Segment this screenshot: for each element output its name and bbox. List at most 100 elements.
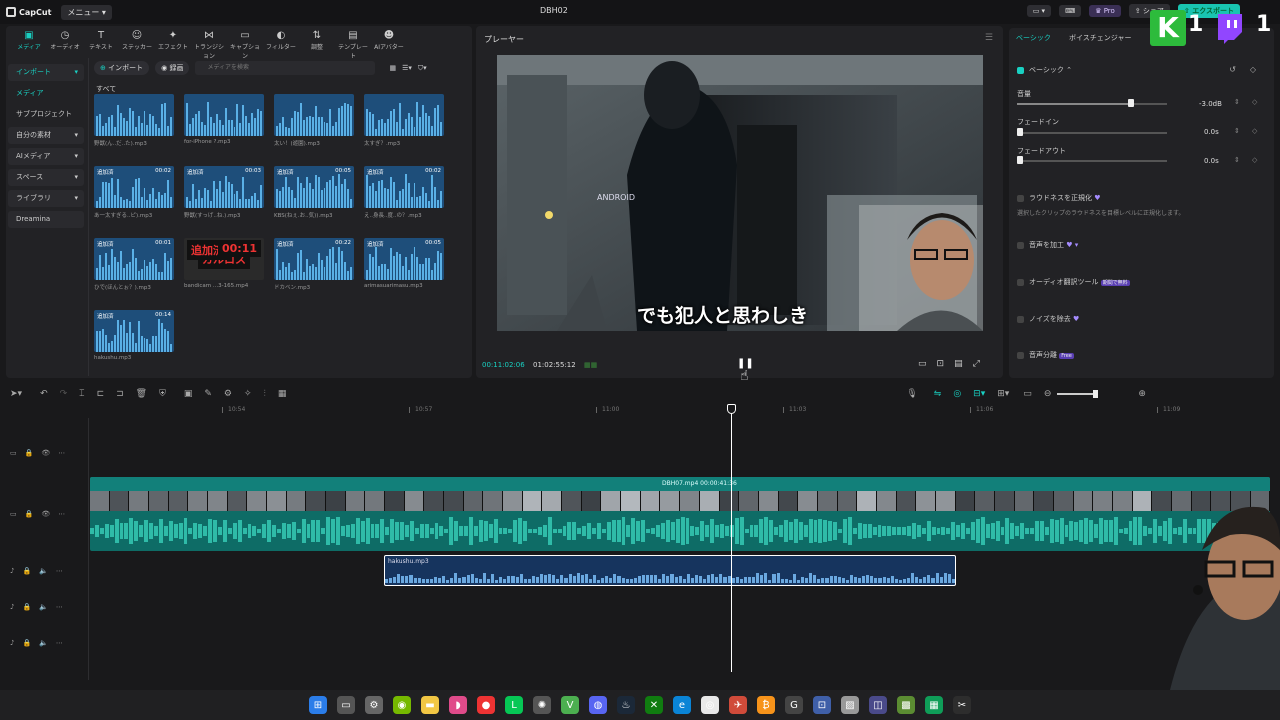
shield-icon[interactable]: ⛨ <box>159 389 166 399</box>
lock-icon[interactable]: 🔒 <box>25 510 34 518</box>
chatgpt-icon[interactable]: ✺ <box>533 696 551 714</box>
app-icon[interactable]: ✈ <box>729 696 747 714</box>
playhead-handle[interactable] <box>727 404 736 414</box>
tab-audio[interactable]: ◷ オーディオ <box>48 30 82 60</box>
track-more-icon[interactable]: ⋯ <box>56 567 63 575</box>
tab-voice-changer[interactable]: ボイスチェンジャー <box>1069 33 1131 43</box>
loudness-checkbox[interactable] <box>1017 194 1024 202</box>
separate-checkbox[interactable] <box>1017 351 1024 359</box>
fullscreen-icon[interactable]: ⤢ <box>973 359 980 369</box>
image-icon[interactable]: ▨ <box>841 696 859 714</box>
fadein-keyframe-icon[interactable]: ◇ <box>1252 127 1257 135</box>
sidebar-item-5[interactable]: スペース ▾ <box>8 169 84 186</box>
undo-icon[interactable]: ↶ <box>40 389 48 399</box>
volume-value[interactable]: -3.0dB <box>1199 100 1222 108</box>
folder-icon[interactable]: ▬ <box>421 696 439 714</box>
captions-icon[interactable]: ▭ <box>1023 389 1032 399</box>
discord-icon[interactable]: ◍ <box>589 696 607 714</box>
tool-icon-6[interactable]: ▦ <box>278 389 287 399</box>
fadeout-stepper[interactable]: ⇕ <box>1234 156 1240 164</box>
eye-icon[interactable]: 👁 <box>41 449 50 457</box>
volume-keyframe-icon[interactable]: ◇ <box>1252 98 1257 106</box>
player-menu-icon[interactable]: ☰ <box>985 33 993 43</box>
media-item[interactable]: 追加済 00:02 え..身長..度..の？.mp3 <box>364 166 444 219</box>
capcut-icon[interactable]: ✂ <box>953 696 971 714</box>
redo-icon[interactable]: ↷ <box>60 389 68 399</box>
zoom-out-icon[interactable]: ⊖ <box>1044 389 1052 399</box>
noise-checkbox[interactable] <box>1017 315 1024 323</box>
tool-icon-2[interactable]: ✎ <box>204 389 212 399</box>
fadein-slider[interactable] <box>1017 132 1167 134</box>
media-item[interactable]: 太い！(遊園).mp3 <box>274 94 354 147</box>
lock-icon[interactable]: 🔒 <box>22 603 31 611</box>
sidebar-item-0[interactable]: インポート ▾ <box>8 64 84 81</box>
split-right-icon[interactable]: ⊐ <box>116 389 124 399</box>
minecraft-icon[interactable]: ▩ <box>897 696 915 714</box>
speaker-icon[interactable]: 🔈 <box>39 639 48 647</box>
record-chip[interactable]: ◉ 録画 <box>155 61 190 75</box>
tab-sticker[interactable]: ☺ ステッカー <box>120 30 154 60</box>
speaker-icon[interactable]: 🔈 <box>39 603 48 611</box>
separate-row[interactable]: 音声分離 Free <box>1017 350 1074 360</box>
fadeout-value[interactable]: 0.0s <box>1204 157 1219 165</box>
chrome-icon[interactable]: ◎ <box>701 696 719 714</box>
delete-icon[interactable]: 🗑 <box>136 389 147 399</box>
voice-process-row[interactable]: 音声を加工 ♥ ▾ <box>1017 240 1078 250</box>
mic-icon[interactable]: 🎙 <box>906 389 917 399</box>
vegas-icon[interactable]: V <box>561 696 579 714</box>
main-video-clip[interactable]: DBH07.mp4 00:00:41:36 <box>90 477 1270 551</box>
files-icon[interactable]: ▭ <box>337 696 355 714</box>
basic-section-header[interactable]: ベーシック ⌃ <box>1017 65 1072 75</box>
track-more-icon[interactable]: ⋯ <box>58 510 65 518</box>
track-more-icon[interactable]: ⋯ <box>56 603 63 611</box>
eye-icon[interactable]: 👁 <box>41 510 50 518</box>
sidebar-item-2[interactable]: サブプロジェクト <box>8 106 84 123</box>
import-chip[interactable]: ⊕ インポート <box>94 61 150 75</box>
media-item[interactable]: カルロス追加済00:11 bandicam ...3-165.mp4 <box>184 238 264 289</box>
tab-caption[interactable]: ▭ キャプション <box>228 30 262 60</box>
media-item[interactable]: 追加済 00:02 あ一太すぎる..ピ).mp3 <box>94 166 174 219</box>
media-item[interactable]: 追加済 00:14 hakushu.mp3 <box>94 310 174 361</box>
audio-translate-row[interactable]: オーディオ翻訳ツール 期間で無料 <box>1017 277 1130 287</box>
settings-icon[interactable]: ⚙ <box>365 696 383 714</box>
sidebar-item-7[interactable]: Dreamina <box>8 211 84 228</box>
edge-icon[interactable]: e <box>673 696 691 714</box>
g-icon[interactable]: G <box>785 696 803 714</box>
record-icon[interactable]: ● <box>477 696 495 714</box>
fadein-stepper[interactable]: ⇕ <box>1234 127 1240 135</box>
tool-icon-4[interactable]: ✧ <box>244 389 252 399</box>
windows-icon[interactable]: ⊞ <box>309 696 327 714</box>
shortcut-icon[interactable]: ⌨ <box>1059 5 1082 17</box>
tab-avatar[interactable]: ☻ AIアバター <box>372 30 406 60</box>
zoom-knob[interactable] <box>1093 390 1099 398</box>
track-more-icon[interactable]: ⋯ <box>58 449 65 457</box>
line-icon[interactable]: L <box>505 696 523 714</box>
media-item[interactable]: 追加済 00:01 ひで(ほんとぉ？).mp3 <box>94 238 174 291</box>
ratio-icon[interactable]: ▭ <box>918 359 927 369</box>
capture-icon[interactable]: ⊡ <box>813 696 831 714</box>
media-item[interactable]: 太すぎ？.mp3 <box>364 94 444 147</box>
snap-icon[interactable]: ⊞▾ <box>997 389 1009 399</box>
loudness-row[interactable]: ラウドネスを正規化 ♥ <box>1017 193 1101 203</box>
tab-template[interactable]: ▤ テンプレート <box>336 30 370 60</box>
audio-clip-hakushu[interactable]: hakushu.mp3 <box>384 555 956 586</box>
bitcoin-icon[interactable]: ₿ <box>757 696 775 714</box>
preview-axis-icon[interactable]: ⊟▾ <box>973 389 985 399</box>
media-item[interactable]: 追加済 00:03 野獣(すっげ..ね.).mp3 <box>184 166 264 219</box>
media-item[interactable]: 追加済 00:05 KBS(ねぇ.お..気)).mp3 <box>274 166 354 219</box>
reset-icon[interactable]: ↺ <box>1229 65 1236 74</box>
timeline-ruler[interactable]: 10:54 10:57 11:00 11:03 11:06 11:09 <box>88 404 1280 418</box>
fadein-knob[interactable] <box>1017 128 1023 136</box>
volume-stepper[interactable]: ⇕ <box>1234 98 1240 106</box>
media-item[interactable]: 追加済 00:22 ドカベン.mp3 <box>274 238 354 291</box>
sidebar-item-4[interactable]: AIメディア ▾ <box>8 148 84 165</box>
split-icon[interactable]: ⌶ <box>79 389 84 399</box>
quality-icon[interactable]: ▤ <box>954 359 963 369</box>
media-search-input[interactable]: メディアを検索 <box>195 61 376 75</box>
pro-button[interactable]: ♛ Pro <box>1089 5 1121 17</box>
xbox-icon[interactable]: ✕ <box>645 696 663 714</box>
tab-effect[interactable]: ✦ エフェクト <box>156 30 190 60</box>
menu-button[interactable]: メニュー ▾ <box>61 4 112 20</box>
lock-icon[interactable]: 🔒 <box>22 639 31 647</box>
tab-transition[interactable]: ⋈ トランジション <box>192 30 226 60</box>
